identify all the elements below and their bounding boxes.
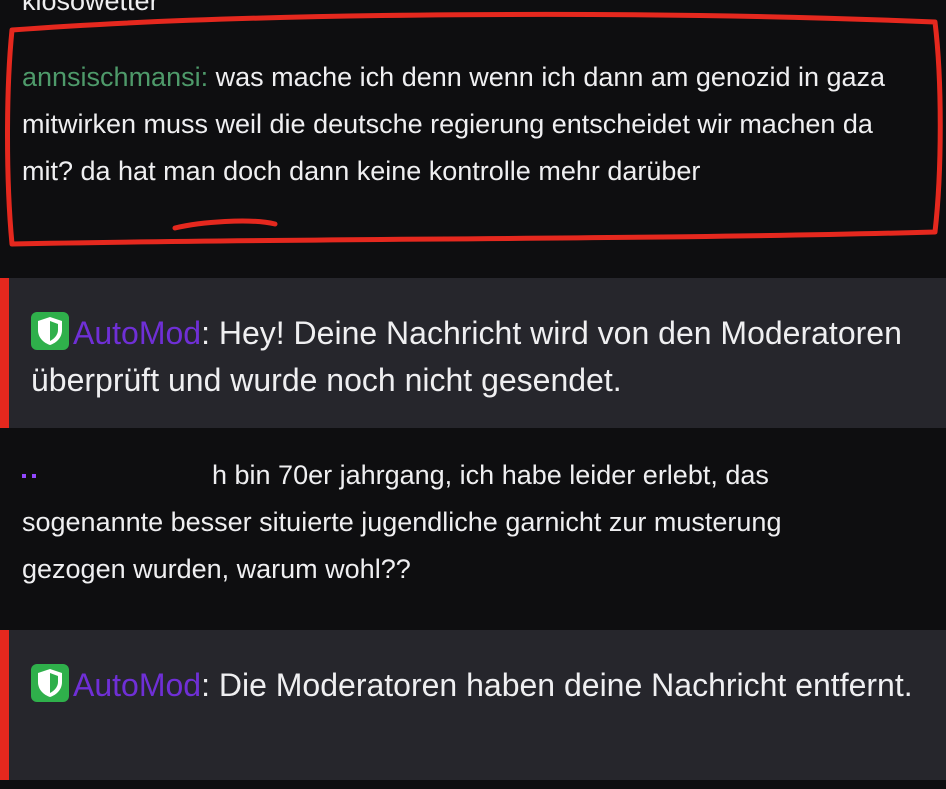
shield-icon bbox=[31, 664, 69, 702]
username-separator: : bbox=[200, 62, 209, 92]
username-separator: : bbox=[201, 667, 210, 703]
username-separator: : bbox=[201, 315, 210, 351]
automod-notice-pending: AutoMod: Hey! Deine Nachricht wird von d… bbox=[0, 278, 946, 428]
cut-off-message: kiosowetter bbox=[22, 0, 159, 16]
badge-icon bbox=[32, 474, 36, 478]
chat-message-annsischmansi[interactable]: annsischmansi: was mache ich denn wenn i… bbox=[0, 54, 946, 254]
chat-message-line-2: sogenannte besser situierte jugendliche … bbox=[22, 507, 782, 537]
automod-username[interactable]: AutoMod bbox=[73, 315, 201, 351]
automod-username[interactable]: AutoMod bbox=[73, 667, 201, 703]
automod-notice-removed: AutoMod: Die Moderatoren haben deine Nac… bbox=[0, 630, 946, 780]
chat-username[interactable]: annsischmansi bbox=[22, 62, 201, 92]
chat-message-line-1: h bin 70er jahrgang, ich habe leider erl… bbox=[22, 452, 926, 499]
shield-icon bbox=[31, 312, 69, 350]
chat-message-redacted[interactable]: h bin 70er jahrgang, ich habe leider erl… bbox=[0, 452, 946, 612]
automod-message-text: Die Moderatoren haben deine Nachricht en… bbox=[218, 667, 913, 703]
chat-message-line-3: gezogen wurden, warum wohl?? bbox=[22, 554, 411, 584]
badge-icon bbox=[22, 474, 26, 478]
chat-log: kiosowetter annsischmansi: was mache ich… bbox=[0, 0, 946, 789]
